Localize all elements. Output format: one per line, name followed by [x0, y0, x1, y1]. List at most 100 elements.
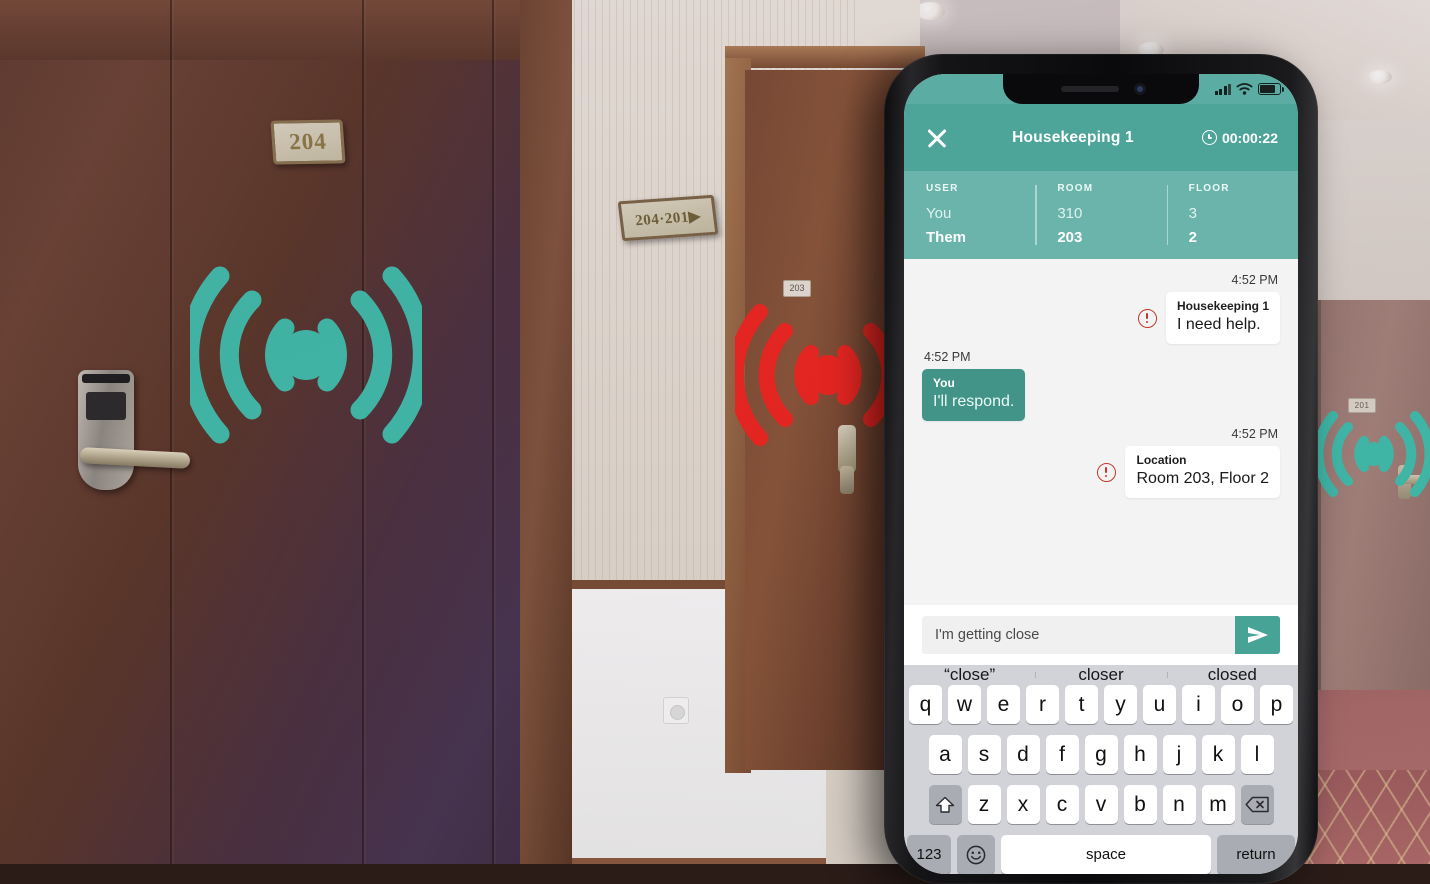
- key-v[interactable]: v: [1085, 785, 1118, 824]
- backspace-key[interactable]: [1241, 785, 1274, 824]
- key-u[interactable]: u: [1143, 685, 1176, 724]
- message-bubble-wrap: Housekeeping 1 I need help.: [1138, 292, 1280, 344]
- battery-icon: [1258, 83, 1281, 95]
- cellular-bars-icon: [1215, 84, 1232, 95]
- message-item: 4:52 PM You I'll respond.: [922, 344, 1280, 421]
- suggestion-0[interactable]: “close”: [904, 665, 1035, 685]
- send-button[interactable]: [1235, 616, 1280, 654]
- info-them-user: Them: [926, 229, 1035, 246]
- timer-value: 00:00:22: [1222, 130, 1278, 146]
- on-screen-keyboard[interactable]: “close” closer closed q w e r t y u i o …: [904, 665, 1298, 874]
- key-l[interactable]: l: [1241, 735, 1274, 774]
- key-j[interactable]: j: [1163, 735, 1196, 774]
- key-e[interactable]: e: [987, 685, 1020, 724]
- key-h[interactable]: h: [1124, 735, 1157, 774]
- message-timestamp: 4:52 PM: [1231, 427, 1278, 441]
- keycard-reader: [86, 392, 126, 420]
- door-plank-seam: [492, 0, 494, 864]
- key-t[interactable]: t: [1065, 685, 1098, 724]
- info-you-room: 310: [1057, 205, 1166, 222]
- key-q[interactable]: q: [909, 685, 942, 724]
- message-bubble: Housekeeping 1 I need help.: [1166, 292, 1280, 344]
- message-list[interactable]: 4:52 PM Housekeeping 1 I need help. 4:52…: [904, 259, 1298, 605]
- plaque-204-label: 204: [288, 129, 327, 156]
- message-text: I'll respond.: [933, 392, 1014, 412]
- key-x[interactable]: x: [1007, 785, 1040, 824]
- message-bubble-wrap: Location Room 203, Floor 2: [1097, 446, 1280, 498]
- message-sender: Housekeeping 1: [1177, 299, 1269, 313]
- message-bubble: You I'll respond.: [922, 369, 1025, 421]
- alert-icon: [1097, 463, 1116, 482]
- message-bubble-wrap: You I'll respond.: [922, 369, 1025, 421]
- info-them-room: 203: [1057, 229, 1166, 246]
- door-203-header: [725, 46, 925, 68]
- device-notch: [1003, 74, 1199, 104]
- key-f[interactable]: f: [1046, 735, 1079, 774]
- key-s[interactable]: s: [968, 735, 1001, 774]
- message-timestamp: 4:52 PM: [924, 350, 971, 364]
- key-b[interactable]: b: [1124, 785, 1157, 824]
- key-g[interactable]: g: [1085, 735, 1118, 774]
- message-sender: You: [933, 376, 1014, 390]
- key-n[interactable]: n: [1163, 785, 1196, 824]
- plaque-204: 204: [270, 119, 345, 164]
- info-column-room: ROOM 310 203: [1035, 183, 1166, 259]
- door-204-frame: [520, 0, 572, 864]
- keyboard-row-4: 123 space return: [904, 835, 1298, 874]
- backspace-icon: [1245, 796, 1270, 813]
- emoji-icon: [966, 845, 986, 865]
- close-icon[interactable]: [924, 125, 950, 151]
- signal-icon-teal-left: [190, 262, 422, 448]
- info-you-floor: 3: [1189, 205, 1298, 222]
- phone-device: Housekeeping 1 00:00:22 USER You Them RO…: [884, 54, 1318, 884]
- key-a[interactable]: a: [929, 735, 962, 774]
- emoji-key[interactable]: [957, 835, 995, 874]
- keyboard-row-2: a s d f g h j k l: [904, 735, 1298, 774]
- message-input[interactable]: [922, 616, 1235, 654]
- phone-screen: Housekeeping 1 00:00:22 USER You Them RO…: [904, 74, 1298, 874]
- message-sender: Location: [1136, 453, 1269, 467]
- key-k[interactable]: k: [1202, 735, 1235, 774]
- key-d[interactable]: d: [1007, 735, 1040, 774]
- message-composer: [904, 605, 1298, 665]
- direction-sign-label: 204·201▶: [634, 206, 702, 229]
- key-o[interactable]: o: [1221, 685, 1254, 724]
- key-c[interactable]: c: [1046, 785, 1079, 824]
- info-them-floor: 2: [1189, 229, 1298, 246]
- info-column-floor: FLOOR 3 2: [1167, 183, 1298, 259]
- keyboard-row-1: q w e r t y u i o p: [904, 685, 1298, 724]
- suggestion-2[interactable]: closed: [1167, 665, 1298, 685]
- info-header-room: ROOM: [1057, 183, 1166, 194]
- key-m[interactable]: m: [1202, 785, 1235, 824]
- space-key[interactable]: space: [1001, 835, 1211, 874]
- suggestion-bar: “close” closer closed: [904, 665, 1298, 685]
- electronic-door-lock: [78, 370, 134, 490]
- call-timer: 00:00:22: [1202, 130, 1278, 146]
- alert-icon: [1138, 309, 1157, 328]
- key-r[interactable]: r: [1026, 685, 1059, 724]
- message-item: 4:52 PM Housekeeping 1 I need help.: [922, 267, 1280, 344]
- numbers-key[interactable]: 123: [907, 835, 951, 874]
- door-plank-seam: [170, 0, 172, 864]
- earpiece-speaker: [1061, 86, 1119, 92]
- key-i[interactable]: i: [1182, 685, 1215, 724]
- shift-key[interactable]: [929, 785, 962, 824]
- plaque-203: 203: [783, 280, 811, 297]
- app-header: Housekeeping 1 00:00:22: [904, 104, 1298, 171]
- send-icon: [1247, 626, 1269, 644]
- signal-icon-teal-right: [1318, 408, 1430, 500]
- direction-sign: 204·201▶: [618, 195, 719, 241]
- key-y[interactable]: y: [1104, 685, 1137, 724]
- keycard-slot: [82, 374, 130, 383]
- message-text: I need help.: [1177, 315, 1269, 335]
- return-key[interactable]: return: [1217, 835, 1295, 874]
- session-info-band: USER You Them ROOM 310 203 FLOOR 3 2: [904, 171, 1298, 259]
- door-204-header: [0, 0, 570, 60]
- info-header-user: USER: [926, 183, 1035, 194]
- key-p[interactable]: p: [1260, 685, 1293, 724]
- clock-icon: [1202, 130, 1217, 145]
- suggestion-1[interactable]: closer: [1035, 665, 1166, 685]
- key-z[interactable]: z: [968, 785, 1001, 824]
- message-item: 4:52 PM Location Room 203, Floor 2: [922, 421, 1280, 498]
- key-w[interactable]: w: [948, 685, 981, 724]
